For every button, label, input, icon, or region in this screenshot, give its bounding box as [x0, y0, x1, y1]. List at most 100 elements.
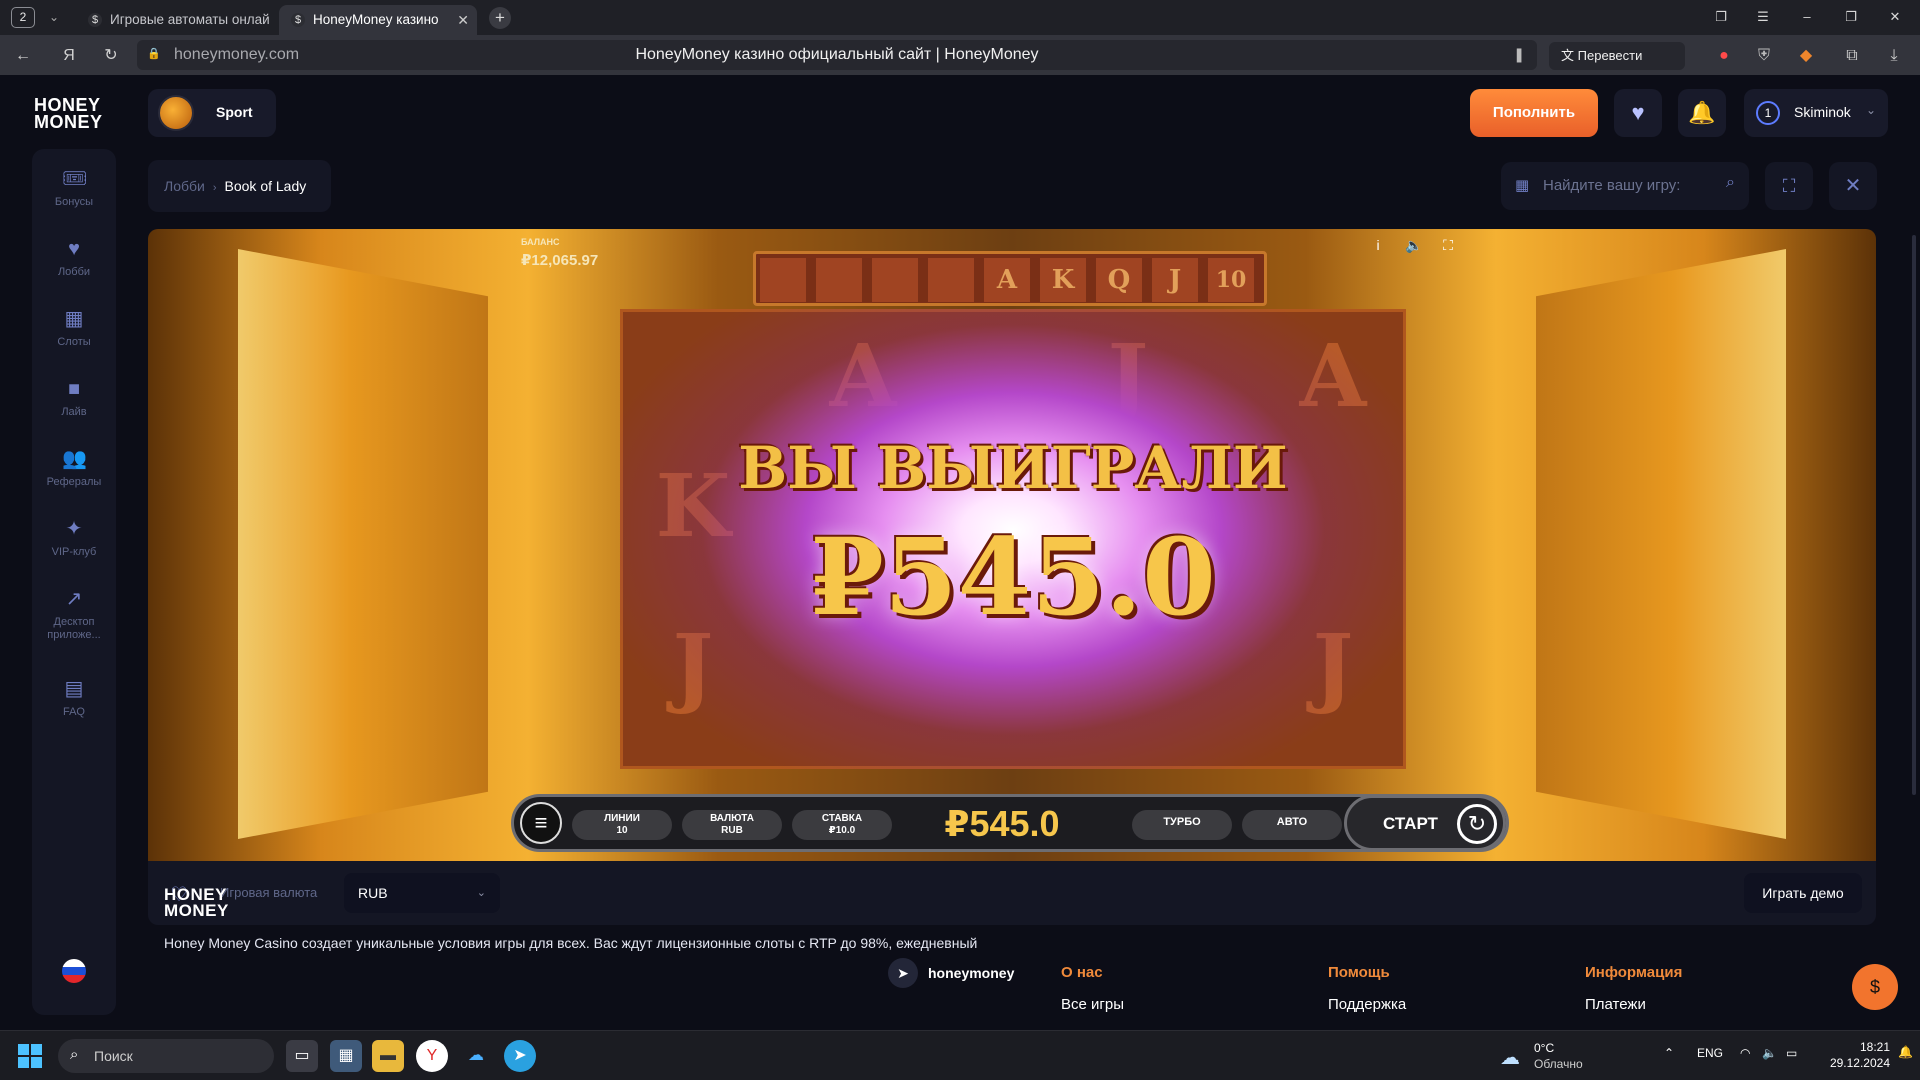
currency-select[interactable]: RUB ⌄ [344, 873, 500, 913]
browser-tab-1[interactable]: $ Игровые автоматы онлай [76, 5, 274, 35]
sidebar-item-label: FAQ [62, 706, 85, 718]
task-view-icon[interactable]: ▭ [286, 1040, 318, 1072]
page-title: HoneyMoney казино официальный сайт | Hon… [635, 46, 1039, 63]
site-logo[interactable]: HONEY MONEY [34, 96, 112, 133]
notifications-button[interactable]: 🔔 [1678, 89, 1726, 137]
browser-tab-2[interactable]: $ HoneyMoney казино ✕ [279, 5, 477, 35]
reload-icon[interactable]: ↻ [98, 43, 124, 69]
play-demo-button[interactable]: Играть демо [1744, 873, 1862, 913]
start-button[interactable]: СТАРТ ↻ [1344, 795, 1506, 851]
keyboard-language[interactable]: ENG [1697, 1046, 1723, 1060]
feature-symbol-row: A K Q J 10 [753, 251, 1267, 306]
russia-flag-icon[interactable] [62, 959, 86, 983]
top-symbol: 10 [1208, 258, 1254, 302]
hamburger-icon: ≡ [534, 810, 548, 835]
telegram-taskbar-icon[interactable]: ➤ [504, 1040, 536, 1072]
chevron-right-icon: › [212, 182, 217, 194]
sidebar-item-desktop-app[interactable]: ↗ Десктоп приложе... [32, 587, 116, 663]
new-tab-button[interactable]: + [489, 7, 511, 29]
browser-tab-strip: 2 ⌄ $ Игровые автоматы онлай $ HoneyMone… [0, 0, 1920, 35]
game-frame[interactable]: A J A K J J A K Q J 10 БАЛАНС ₽12,065.97… [148, 229, 1876, 861]
top-symbol: A [984, 258, 1030, 302]
fullscreen-button[interactable]: ⛶ [1765, 162, 1813, 210]
deposit-button[interactable]: Пополнить [1470, 89, 1598, 137]
calculator-icon[interactable]: ▦ [330, 1040, 362, 1072]
win-display: ₽545.0 [944, 803, 1060, 844]
sidebar-item-vip[interactable]: ✦ VIP-клуб [32, 517, 116, 577]
info-icon[interactable]: i [1368, 235, 1388, 255]
bookmark-icon[interactable]: ❚ [1513, 46, 1525, 63]
favorites-button[interactable]: ♥ [1614, 89, 1662, 137]
volume-icon[interactable]: 🔈 [1762, 1046, 1777, 1060]
footer-link-payments[interactable]: Платежи [1585, 996, 1646, 1013]
breadcrumb-lobby[interactable]: Лобби [164, 178, 205, 194]
close-icon: ✕ [1844, 175, 1862, 197]
notification-bell-icon[interactable]: 🔔 [1898, 1045, 1913, 1059]
game-menu-button[interactable]: ≡ [520, 802, 562, 844]
clock-date: 29.12.2024 [1829, 1056, 1890, 1070]
footer-logo[interactable]: HONEY MONEY [164, 886, 240, 919]
weather-widget[interactable]: ☁ 0°C Облачно [1500, 1039, 1620, 1073]
sidebar-item-lobby[interactable]: ♥ Лобби [32, 237, 116, 297]
ticket-icon: 🎟 [62, 168, 88, 190]
chevron-up-icon[interactable]: ⌃ [1664, 1046, 1674, 1060]
windows-start-icon[interactable] [18, 1044, 42, 1068]
sidebar-item-faq[interactable]: ▤ FAQ [32, 677, 116, 737]
cloud-icon: ☁ [1500, 1047, 1520, 1069]
cloud-app-icon[interactable]: ☁ [460, 1040, 492, 1072]
taskbar-search-input[interactable]: ⌕ Поиск [58, 1039, 274, 1073]
restore-icon[interactable]: ❐ [1838, 5, 1864, 29]
close-window-icon[interactable]: ✕ [1882, 5, 1908, 29]
user-menu[interactable]: 1 Skiminok ⌄ [1744, 89, 1888, 137]
bet-value: ₽10.0 [828, 825, 856, 836]
lady-symbol-icon [760, 258, 806, 302]
minimize-icon[interactable]: – [1794, 5, 1820, 29]
support-icon: $ [1869, 977, 1880, 997]
game-search-input[interactable]: ▦ Найдите вашу игру: ⌕ [1501, 162, 1749, 210]
footer-link-support[interactable]: Поддержка [1328, 996, 1406, 1013]
bookmark-panel-icon[interactable]: ❐ [1708, 5, 1734, 29]
address-bar[interactable]: 🔒 honeymoney.com HoneyMoney казино офици… [137, 40, 1537, 70]
battery-icon[interactable]: ▭ [1786, 1046, 1797, 1060]
turbo-button[interactable]: ТУРБО [1132, 810, 1232, 840]
tab-count-badge[interactable]: 2 [11, 7, 35, 28]
translate-button[interactable]: 文 Перевести [1549, 42, 1685, 70]
sidebar-item-referrals[interactable]: 👥 Рефералы [32, 447, 116, 507]
yandex-icon[interactable]: Я [56, 43, 82, 69]
sport-label: Sport [216, 104, 253, 120]
lines-button[interactable]: ЛИНИИ 10 [572, 810, 672, 840]
chevron-down-icon: ⌄ [1865, 103, 1876, 117]
sidebar-item-label: Лобби [57, 266, 91, 278]
close-icon[interactable]: ✕ [457, 5, 469, 35]
game-control-bar: ≡ ЛИНИИ 10 ВАЛЮТА RUB СТАВКА ₽10.0 ₽545.… [511, 794, 1509, 852]
bet-button[interactable]: СТАВКА ₽10.0 [792, 810, 892, 840]
page-scrollbar[interactable] [1912, 235, 1916, 795]
file-explorer-icon[interactable]: ▬ [372, 1040, 404, 1072]
sidebar-item-bonuses[interactable]: 🎟 Бонусы [32, 167, 116, 227]
support-chat-button[interactable]: $ [1852, 964, 1898, 1010]
currency-button[interactable]: ВАЛЮТА RUB [682, 810, 782, 840]
extensions-icon[interactable]: ⧉ [1840, 44, 1864, 68]
left-pillar [238, 249, 488, 839]
heart-icon: ♥ [68, 238, 80, 260]
close-game-button[interactable]: ✕ [1829, 162, 1877, 210]
back-icon[interactable]: ← [10, 43, 36, 69]
sound-icon[interactable]: 🔈 [1404, 235, 1424, 255]
fullscreen-icon[interactable]: ⛶ [1438, 235, 1458, 255]
download-icon[interactable]: ⤓ [1882, 44, 1906, 68]
currency-label: ВАЛЮТА [710, 813, 754, 824]
sidebar-item-live[interactable]: ■ Лайв [32, 377, 116, 437]
fox-extension-icon[interactable]: ◆ [1794, 44, 1818, 68]
chevron-down-icon[interactable]: ⌄ [44, 6, 64, 28]
auto-button[interactable]: АВТО [1242, 810, 1342, 840]
yandex-browser-icon[interactable]: Y [416, 1040, 448, 1072]
sidebar: 🎟 Бонусы ♥ Лобби ▦ Слоты ■ Лайв 👥 Рефера… [32, 149, 116, 1015]
menu-icon[interactable]: ☰ [1750, 5, 1776, 29]
shield-icon[interactable]: ⛨ [1752, 44, 1776, 68]
footer-link-all-games[interactable]: Все игры [1061, 996, 1124, 1013]
sport-button[interactable]: Sport [148, 89, 276, 137]
wifi-icon[interactable]: ◠ [1740, 1046, 1750, 1060]
system-clock[interactable]: 18:21 29.12.2024 [1818, 1039, 1890, 1071]
extension-icon[interactable]: ● [1712, 44, 1736, 68]
sidebar-item-slots[interactable]: ▦ Слоты [32, 307, 116, 367]
